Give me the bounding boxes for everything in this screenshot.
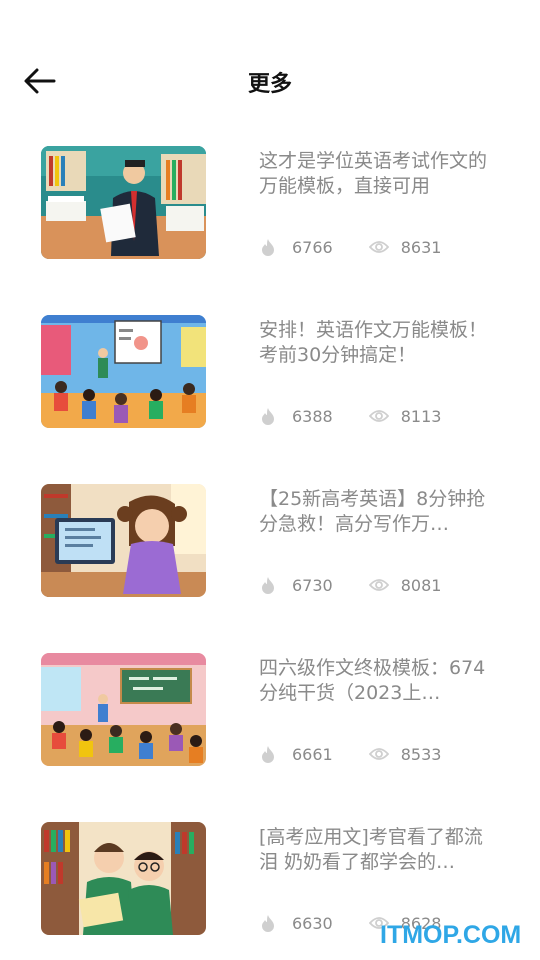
top-bar: 更多 [0,0,540,140]
thumbnail-image [41,653,206,766]
flame-icon [262,915,274,932]
likes-count: 6730 [292,575,333,595]
views-count: 8631 [400,237,442,257]
article-list: 这才是学位英语考试作文的万能模板，直接可用 6766 8631 安排！英语作文万… [0,145,540,960]
list-item[interactable]: 【25新高考英语】8分钟抢分急救！高分写作万… 6730 8081 [0,483,540,652]
eye-icon [368,579,389,591]
item-title: 【25新高考英语】8分钟抢分急救！高分写作万… [259,488,486,535]
watermark-logo: ITMOP.COM [380,921,522,949]
item-title: [高考应用文]考官看了都流泪 奶奶看了都学会的… [259,826,483,873]
flame-icon [262,577,274,594]
item-stats: 6388 8113 [259,404,441,428]
likes-count: 6388 [292,406,333,426]
item-stats: 6661 8533 [259,742,441,766]
eye-icon [368,241,389,253]
thumbnail-image [41,484,206,597]
flame-icon [262,239,274,256]
list-item[interactable]: 四六级作文终极模板：674分纯干货（2023上… 6661 8533 [0,652,540,821]
likes-count: 6630 [292,913,333,933]
views-count: 8533 [400,744,442,764]
item-stats: 6766 8631 [259,235,441,259]
thumbnail-image [41,315,206,428]
likes-count: 6766 [292,237,333,257]
likes-count: 6661 [292,744,333,764]
item-title: 四六级作文终极模板：674分纯干货（2023上… [259,657,486,704]
flame-icon [262,408,274,425]
item-title: 这才是学位英语考试作文的万能模板，直接可用 [259,150,488,197]
page-title: 更多 [247,72,292,97]
item-title: 安排！英语作文万能模板！考前30分钟搞定！ [259,319,488,366]
views-count: 8081 [400,575,442,595]
flame-icon [262,746,274,763]
list-item[interactable]: 安排！英语作文万能模板！考前30分钟搞定！ 6388 8113 [0,314,540,483]
thumbnail-image [41,822,206,935]
list-item[interactable]: 这才是学位英语考试作文的万能模板，直接可用 6766 8631 [0,145,540,314]
thumbnail-image [41,146,206,259]
eye-icon [368,748,389,760]
views-count: 8113 [400,406,442,426]
eye-icon [368,410,389,422]
item-stats: 6730 8081 [259,573,441,597]
